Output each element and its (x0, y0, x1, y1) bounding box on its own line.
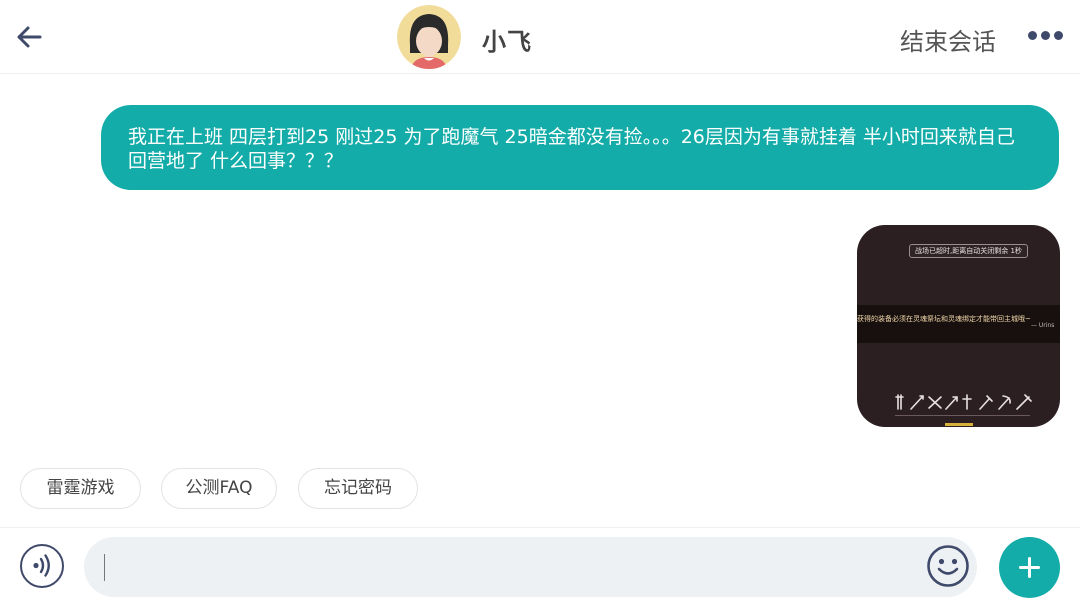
image-timeout-notice: 战场已超时,距离自动关闭剩余 1秒 (909, 244, 1028, 258)
end-chat-button[interactable]: 结束会话 (900, 22, 996, 57)
image-gold-marker (945, 423, 973, 426)
plus-icon[interactable] (999, 537, 1060, 598)
image-divider (895, 415, 1030, 416)
voice-icon[interactable] (20, 544, 64, 588)
outgoing-image-message[interactable]: 战场已超时,距离自动关闭剩余 1秒 获得的装备必须在灵魂祭坛和灵魂绑定才能带回主… (857, 225, 1060, 427)
text-caret (104, 554, 105, 581)
image-signature: — Urins (1031, 322, 1055, 329)
emoji-icon[interactable] (926, 544, 970, 588)
image-hint-band (857, 305, 1060, 343)
message-input[interactable] (84, 537, 977, 597)
quick-reply-chip[interactable]: 公测FAQ (161, 468, 277, 509)
image-hint-text: 获得的装备必须在灵魂祭坛和灵魂绑定才能带回主城哦~ (857, 315, 1031, 323)
outgoing-text-message[interactable]: 我正在上班 四层打到25 刚过25 为了跑魔气 25暗金都没有捡。。。26层因为… (101, 105, 1059, 190)
chat-header: 小飞 结束会话 (0, 0, 1080, 74)
quick-reply-chip[interactable]: 忘记密码 (298, 468, 418, 509)
quick-reply-chip[interactable]: 雷霆游戏 (20, 468, 141, 509)
weapon-icons (895, 394, 1032, 410)
more-dots-icon[interactable] (1026, 31, 1066, 43)
agent-avatar (397, 5, 461, 69)
arrow-left-icon[interactable] (14, 22, 44, 52)
agent-name: 小飞 (482, 28, 532, 56)
